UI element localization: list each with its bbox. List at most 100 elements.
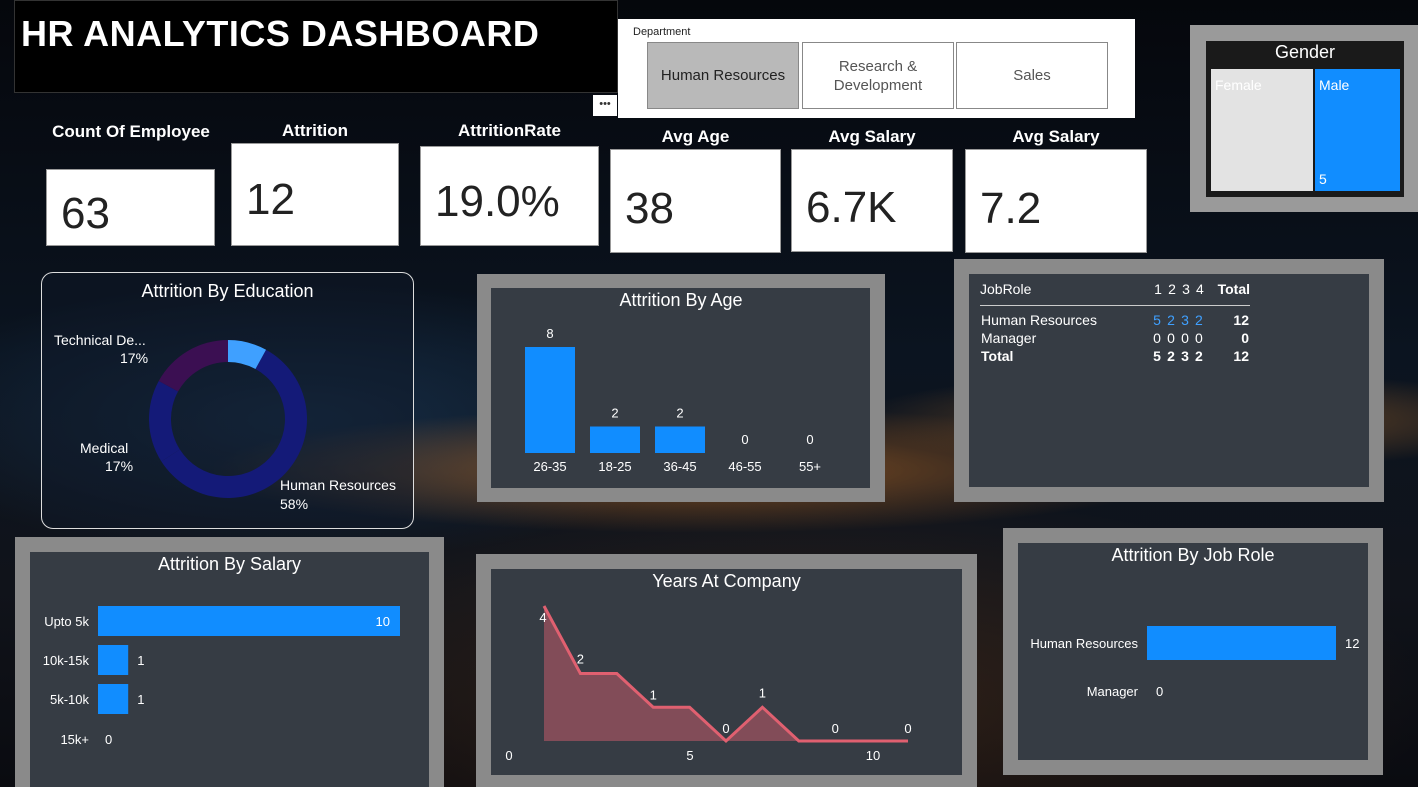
age-category-label: 55+ bbox=[799, 459, 821, 474]
years-point-label: 0 bbox=[832, 721, 839, 736]
table-cell: 0 bbox=[1181, 330, 1189, 346]
table-cell: 3 bbox=[1181, 312, 1189, 328]
age-chart-panel: Attrition By Age 8 26-35 2 18-25 2 36-45 0 46-5… bbox=[477, 274, 885, 502]
years-point-label: 2 bbox=[577, 652, 584, 667]
donut-label-human-resources: Human Resources bbox=[280, 477, 396, 493]
page-title: HR ANALYTICS DASHBOARD bbox=[21, 13, 540, 54]
salary-category-label: 15k+ bbox=[60, 732, 89, 747]
more-options-button[interactable]: ••• bbox=[593, 95, 617, 116]
gender-visual: Gender Female Male 5 bbox=[1190, 25, 1418, 212]
table-cell: 12 bbox=[1233, 312, 1249, 328]
table-cell: 3 bbox=[1181, 348, 1189, 364]
slicer-option-research-development[interactable]: Research & Development bbox=[802, 42, 954, 109]
kpi-card-avg-age: 38 bbox=[610, 149, 781, 253]
donut-label-medical: Medical bbox=[80, 440, 128, 456]
kpi-card-avg-salary: 6.7K bbox=[791, 149, 953, 252]
male-value: 5 bbox=[1319, 171, 1327, 187]
gender-title: Gender bbox=[1274, 42, 1336, 62]
kpi-card-attrition: 12 bbox=[231, 143, 399, 246]
age-bar-value-label: 8 bbox=[546, 326, 553, 341]
jobrole-matrix-panel: JobRole 1 2 3 4 Total Human Resources 5 … bbox=[954, 259, 1384, 502]
kpi-label-attrition: Attrition bbox=[281, 121, 349, 140]
salary-category-label: Upto 5k bbox=[44, 614, 89, 629]
table-cell: 5 bbox=[1153, 312, 1161, 328]
slicer-option-human-resources[interactable]: Human Resources bbox=[647, 42, 799, 109]
jobrole-bar-value-label: 0 bbox=[1156, 684, 1163, 699]
years-point-label: 0 bbox=[722, 721, 729, 736]
salary-bar-value-label: 0 bbox=[105, 732, 112, 747]
salary-chart-panel: Attrition By Salary Upto 5k 10 10k-15k 1 5k-… bbox=[15, 537, 444, 787]
salary-chart-svg: Upto 5k 10 10k-15k 1 5k-10k 1 15k+ 0 bbox=[43, 606, 400, 747]
kpi-label-avg-age: Avg Age bbox=[661, 127, 730, 146]
jobrole-bar[interactable] bbox=[1147, 626, 1336, 660]
donut-label-technical: Technical De... bbox=[54, 332, 146, 348]
salary-category-label: 5k-10k bbox=[50, 692, 90, 707]
salary-bar[interactable] bbox=[98, 645, 129, 675]
kpi-label-attrition-rate: AttritionRate bbox=[458, 121, 561, 140]
years-point-label: 0 bbox=[904, 721, 911, 736]
table-cell: Manager bbox=[981, 330, 1037, 346]
donut-slice-medical[interactable] bbox=[149, 380, 180, 462]
table-total-row: Total 5 2 3 2 12 bbox=[980, 347, 1250, 365]
table-cell: 0 bbox=[1195, 330, 1203, 346]
salary-bar-value-label: 1 bbox=[137, 692, 144, 707]
table-header-row: JobRole 1 2 3 4 Total bbox=[980, 279, 1250, 306]
age-category-label: 26-35 bbox=[533, 459, 566, 474]
table-cell: Human Resources bbox=[981, 312, 1097, 328]
table-cell: 2 bbox=[1167, 348, 1175, 364]
kpi-value-attrition-rate: 19.0% bbox=[435, 177, 560, 226]
slicer-option-sales[interactable]: Sales bbox=[956, 42, 1108, 109]
table-cell: 0 bbox=[1153, 330, 1161, 346]
years-x-tick-label: 5 bbox=[686, 748, 693, 763]
table-header-cell: 1 bbox=[1154, 281, 1162, 297]
years-x-tick-label: 10 bbox=[866, 748, 880, 763]
years-point-label: 1 bbox=[650, 687, 657, 702]
title-banner: HR ANALYTICS DASHBOARD bbox=[14, 0, 618, 93]
donut-slice-technical[interactable] bbox=[158, 340, 228, 392]
table-header-cell: 2 bbox=[1168, 281, 1176, 297]
gender-male-tile[interactable]: Male 5 bbox=[1315, 69, 1400, 191]
table-header-cell: 4 bbox=[1196, 281, 1204, 297]
salary-bar[interactable] bbox=[98, 606, 400, 636]
donut-pct-medical: 17% bbox=[105, 458, 133, 474]
age-chart-svg: 8 26-35 2 18-25 2 36-45 0 46-55 0 55+ bbox=[525, 326, 821, 474]
years-x-tick-label: 0 bbox=[505, 748, 512, 763]
table-row[interactable]: Manager 0 0 0 0 0 bbox=[980, 329, 1250, 347]
kpi-label-avg-salary-2: Avg Salary bbox=[1012, 127, 1100, 146]
table-cell: 2 bbox=[1195, 348, 1203, 364]
education-chart-panel: Attrition By Education Technical De... 1… bbox=[41, 272, 414, 529]
age-bar[interactable] bbox=[525, 347, 575, 453]
table-row[interactable]: Human Resources 5 2 3 2 12 bbox=[980, 306, 1250, 330]
gender-female-tile[interactable]: Female bbox=[1211, 69, 1313, 191]
table-header-cell: Total bbox=[1217, 281, 1250, 297]
kpi-card-attrition-rate: 19.0% bbox=[420, 146, 599, 246]
education-donut-svg: Technical De... 17% Medical 17% Human Re… bbox=[54, 332, 396, 512]
table-cell: 2 bbox=[1167, 312, 1175, 328]
kpi-value-avg-salary: 6.7K bbox=[806, 183, 897, 232]
table-header-cell: JobRole bbox=[980, 281, 1032, 297]
years-point-label: 1 bbox=[759, 685, 766, 700]
age-bar-value-label: 2 bbox=[611, 406, 618, 421]
age-bar-value-label: 2 bbox=[676, 406, 683, 421]
donut-pct-human-resources: 58% bbox=[280, 496, 308, 512]
kpi-label-count: Count Of Employee bbox=[52, 122, 210, 141]
table-cell: 2 bbox=[1195, 312, 1203, 328]
department-slicer: Department Human Resources Research & De… bbox=[618, 19, 1135, 118]
age-bar-value-label: 0 bbox=[806, 432, 813, 447]
jobrole-table: JobRole 1 2 3 4 Total Human Resources 5 … bbox=[980, 279, 1250, 365]
kpi-value-count: 63 bbox=[61, 189, 110, 238]
years-point-label: 4 bbox=[539, 610, 546, 625]
salary-bar-value-label: 1 bbox=[137, 653, 144, 668]
age-bar[interactable] bbox=[655, 426, 705, 454]
age-category-label: 46-55 bbox=[728, 459, 761, 474]
kpi-value-avg-age: 38 bbox=[625, 184, 674, 233]
salary-bar-value-label: 10 bbox=[376, 614, 390, 629]
table-cell: 0 bbox=[1167, 330, 1175, 346]
salary-bar[interactable] bbox=[98, 684, 129, 714]
jobrole-category-label: Manager bbox=[1087, 684, 1139, 699]
age-bar[interactable] bbox=[590, 426, 640, 454]
male-label: Male bbox=[1319, 77, 1350, 93]
jobrole-matrix: JobRole 1 2 3 4 Total Human Resources 5 … bbox=[980, 279, 1250, 365]
table-cell: 0 bbox=[1241, 330, 1249, 346]
kpi-card-avg-salary-2: 7.2 bbox=[965, 149, 1147, 253]
